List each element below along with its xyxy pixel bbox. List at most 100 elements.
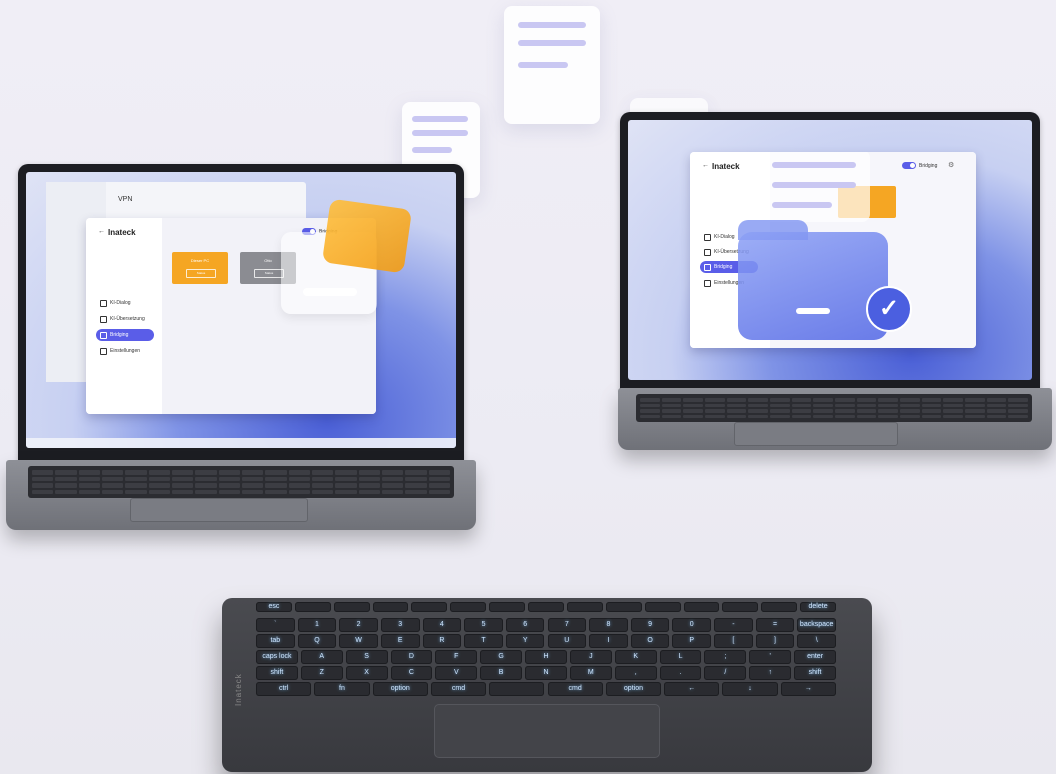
keyboard-key[interactable]: ` [256,618,295,632]
menu-item-bridging[interactable]: Bridging [96,329,154,341]
device-tile-this-pc[interactable]: Dieser PC Status [172,252,228,284]
keyboard-key[interactable]: delete [800,602,836,612]
keyboard-key[interactable] [294,602,331,612]
keyboard-key[interactable]: P [672,634,712,648]
menu-item-ki-dialog[interactable]: KI-Dialog [700,232,739,242]
keyboard-key[interactable]: C [390,666,433,680]
keyboard-key[interactable]: , [614,666,657,680]
keyboard-key[interactable]: E [380,634,420,648]
keyboard-key[interactable] [411,602,448,612]
keyboard-key[interactable] [605,602,642,612]
keyboard-key[interactable] [489,682,545,696]
laptop-key [748,398,768,402]
keyboard-key[interactable] [489,602,526,612]
keyboard-key[interactable]: tab [256,634,295,648]
laptop-key [358,489,380,494]
keyboard-key[interactable]: W [339,634,378,648]
menu-item-ki-uebersetzung[interactable]: KI-Übersetzung [96,314,149,324]
keyboard-key[interactable]: O [630,634,670,648]
keyboard-key[interactable]: enter [794,650,836,664]
menu-item-einstellungen[interactable]: Einstellungen [96,346,144,356]
keyboard-key[interactable]: cmd [430,682,487,696]
keyboard-key[interactable]: shift [794,666,836,680]
keyboard-key[interactable]: 4 [422,618,462,632]
keyboard-key[interactable] [722,602,759,612]
keyboard-key[interactable]: shift [256,666,298,680]
laptop-key [125,476,147,481]
keyboard-key[interactable]: [ [714,634,753,648]
keyboard-key[interactable]: ' [749,650,792,664]
keyboard-key[interactable]: H [525,650,567,664]
keyboard-key[interactable]: Q [297,634,337,648]
keyboard-key[interactable]: B [480,666,523,680]
keyboard-key[interactable]: M [569,666,612,680]
keyboard-key[interactable]: ↓ [722,682,778,696]
keyboard-key[interactable]: F [435,650,478,664]
keyboard-key[interactable]: K [614,650,657,664]
keyboard-key[interactable]: G [480,650,523,664]
keyboard-key[interactable]: esc [256,602,292,612]
keyboard-key[interactable]: ← [664,682,720,696]
keyboard-key[interactable]: Z [300,666,343,680]
keyboard-key[interactable]: U [547,634,587,648]
keyboard-key[interactable] [450,602,487,612]
keyboard-key[interactable]: Y [505,634,545,648]
keyboard-key[interactable]: 8 [589,618,628,632]
keyboard-key[interactable]: ; [704,650,747,664]
settings-icon[interactable]: ⚙ [948,161,954,169]
keyboard-key[interactable]: 1 [297,618,337,632]
keyboard-key[interactable]: X [345,666,388,680]
menu-item-ki-dialog[interactable]: KI-Dialog [96,298,135,308]
keyboard-key[interactable]: 7 [547,618,587,632]
keyboard-key[interactable]: L [659,650,702,664]
bridging-toggle[interactable] [902,162,916,169]
keyboard-key[interactable]: → [780,682,836,696]
keyboard-key[interactable]: ] [755,634,795,648]
laptop-key [265,489,287,494]
keyboard-key[interactable]: \ [797,634,836,648]
keyboard-key[interactable]: fn [314,682,370,696]
keyboard-key[interactable]: 2 [339,618,378,632]
keyboard-key[interactable]: ctrl [256,682,312,696]
tile-status-button[interactable]: Status [254,269,284,278]
keyboard-key[interactable] [528,602,564,612]
keyboard-key[interactable] [761,602,798,612]
laptop-key [856,409,877,413]
keyboard-key[interactable]: - [714,618,753,632]
keyboard-key[interactable]: R [422,634,462,648]
app-brand: Inateck [712,162,740,171]
keyboard-key[interactable]: 9 [630,618,670,632]
keyboard-touchpad[interactable] [434,704,660,758]
keyboard-key[interactable]: / [704,666,747,680]
keyboard-key[interactable]: backspace [797,618,836,632]
keyboard-key[interactable]: J [569,650,612,664]
keyboard-key[interactable] [372,602,409,612]
tile-status-button[interactable]: Status [186,269,216,278]
keyboard-key[interactable]: 6 [505,618,545,632]
keyboard-key[interactable]: D [390,650,433,664]
keyboard-key[interactable]: 0 [672,618,712,632]
laptop-key [242,476,264,481]
keyboard-key[interactable]: N [525,666,567,680]
keyboard-key[interactable]: A [300,650,343,664]
keyboard-key[interactable]: option [605,682,662,696]
keyboard-key[interactable]: caps lock [256,650,298,664]
keyboard-key[interactable] [644,602,681,612]
keyboard-key[interactable]: 5 [464,618,503,632]
keyboard-key[interactable]: V [435,666,478,680]
keyboard-key[interactable] [333,602,370,612]
keyboard-key[interactable] [683,602,720,612]
keyboard-key[interactable]: = [755,618,795,632]
keyboard-key[interactable]: . [659,666,702,680]
keyboard-key[interactable]: S [345,650,388,664]
back-arrow-icon[interactable]: ← [98,228,105,235]
keyboard-key[interactable]: option [372,682,428,696]
keyboard-key[interactable]: T [464,634,503,648]
back-arrow-icon[interactable]: ← [702,162,709,169]
laptop-key [172,470,194,475]
keyboard-key[interactable] [566,602,603,612]
keyboard-key[interactable]: cmd [547,682,603,696]
keyboard-key[interactable]: I [589,634,628,648]
keyboard-key[interactable]: 3 [380,618,420,632]
keyboard-key[interactable]: ↑ [749,666,792,680]
